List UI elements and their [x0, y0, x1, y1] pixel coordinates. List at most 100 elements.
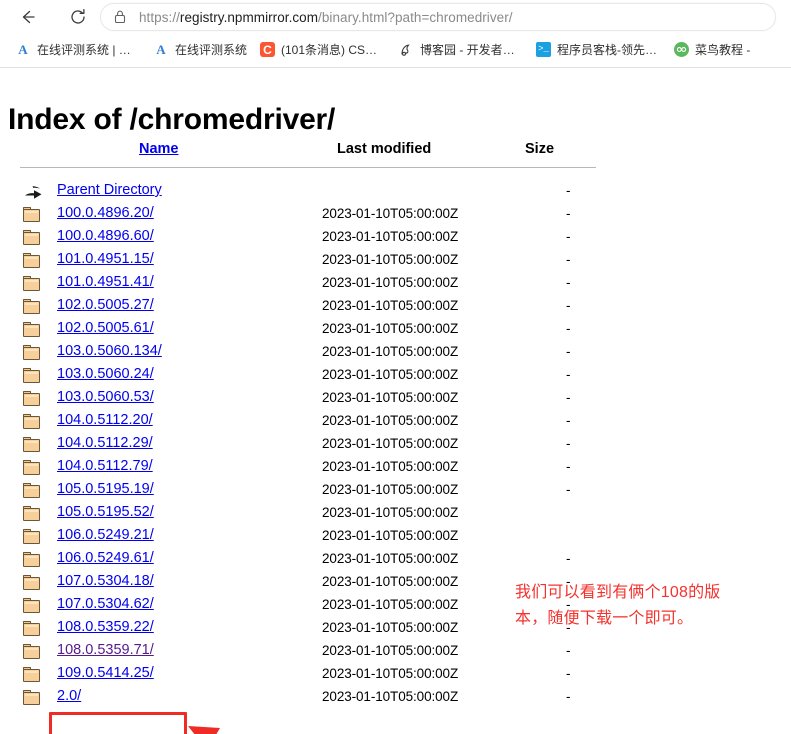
folder-icon	[23, 322, 43, 339]
directory-link[interactable]: 104.0.5112.79/	[57, 458, 153, 474]
bookmark-item-cnblogs[interactable]: 博客园 - 开发者的...	[393, 38, 528, 62]
back-button[interactable]	[13, 2, 43, 32]
directory-link[interactable]: 105.0.5195.52/	[57, 504, 154, 520]
directory-link[interactable]: 100.0.4896.20/	[57, 205, 154, 221]
size-value: -	[566, 666, 571, 681]
size-value: -	[566, 229, 571, 244]
size-value: -	[566, 436, 571, 451]
bookmark-item-csdn[interactable]: C (101条消息) CSDN...	[255, 38, 390, 62]
folder-icon	[23, 598, 43, 615]
directory-link[interactable]: 106.0.5249.21/	[57, 527, 154, 543]
directory-link[interactable]: 101.0.4951.15/	[57, 251, 154, 267]
directory-link[interactable]: 101.0.4951.41/	[57, 274, 154, 290]
directory-link[interactable]: 108.0.5359.71/	[57, 642, 154, 658]
header-divider	[20, 167, 596, 168]
table-row: 109.0.5414.25/2023-01-10T05:00:00Z -	[0, 664, 791, 687]
directory-link[interactable]: 103.0.5060.53/	[57, 389, 154, 405]
last-modified-value: 2023-01-10T05:00:00Z	[322, 666, 459, 681]
last-modified-value: 2023-01-10T05:00:00Z	[322, 344, 459, 359]
column-header-name: Name	[139, 141, 179, 157]
size-value: -	[566, 367, 571, 382]
last-modified-value: 2023-01-10T05:00:00Z	[322, 551, 459, 566]
folder-icon	[23, 276, 43, 293]
last-modified-value: 2023-01-10T05:00:00Z	[322, 390, 459, 405]
size-value: -	[566, 321, 571, 336]
folder-icon	[23, 230, 43, 247]
sort-by-name-link[interactable]: Name	[139, 141, 179, 157]
directory-link[interactable]: 103.0.5060.134/	[57, 343, 162, 359]
directory-link[interactable]: 104.0.5112.20/	[57, 412, 153, 428]
table-row: 103.0.5060.24/2023-01-10T05:00:00Z -	[0, 365, 791, 388]
table-row: 101.0.4951.15/2023-01-10T05:00:00Z -	[0, 250, 791, 273]
directory-link[interactable]: 108.0.5359.22/	[57, 619, 154, 635]
annotation-note: 我们可以看到有俩个108的版 本，随便下载一个即可。	[515, 580, 785, 632]
folder-icon	[23, 667, 43, 684]
size-value: -	[566, 643, 571, 658]
folder-icon	[23, 529, 43, 546]
annotation-highlight-box	[49, 712, 187, 734]
table-row: 101.0.4951.41/2023-01-10T05:00:00Z -	[0, 273, 791, 296]
folder-icon	[23, 391, 43, 408]
csdn-icon: C	[260, 42, 276, 57]
last-modified-value: 2023-01-10T05:00:00Z	[322, 643, 459, 658]
folder-icon	[23, 253, 43, 270]
browser-window: https://registry.npmmirror.com/binary.ht…	[0, 0, 791, 734]
folder-icon	[23, 575, 43, 592]
bookmark-label: 程序员客栈-领先的...	[557, 43, 662, 57]
last-modified-value: 2023-01-10T05:00:00Z	[322, 206, 459, 221]
folder-icon	[23, 644, 43, 661]
runoob-icon	[674, 42, 690, 57]
table-row: 104.0.5112.79/2023-01-10T05:00:00Z -	[0, 457, 791, 480]
directory-link[interactable]: 102.0.5005.27/	[57, 297, 154, 313]
reload-button[interactable]	[63, 2, 93, 32]
directory-link[interactable]: 100.0.4896.60/	[57, 228, 154, 244]
column-header-size: Size	[525, 141, 555, 157]
acm-icon: A	[18, 42, 28, 57]
cnblogs-icon	[398, 42, 414, 58]
last-modified-value: 2023-01-10T05:00:00Z	[322, 436, 459, 451]
table-row: 102.0.5005.27/2023-01-10T05:00:00Z -	[0, 296, 791, 319]
directory-link[interactable]: 103.0.5060.24/	[57, 366, 154, 382]
size-value: -	[566, 482, 571, 497]
directory-link[interactable]: Parent Directory	[57, 182, 162, 198]
table-row: 103.0.5060.134/2023-01-10T05:00:00Z -	[0, 342, 791, 365]
directory-link[interactable]: 105.0.5195.19/	[57, 481, 154, 497]
bookmark-item-acm[interactable]: A 在线评测系统	[148, 38, 252, 62]
directory-link[interactable]: 109.0.5414.25/	[57, 665, 154, 681]
last-modified-value: 2023-01-10T05:00:00Z	[322, 574, 459, 589]
bookmark-label: 博客园 - 开发者的...	[420, 43, 524, 57]
bookmark-item-proginn[interactable]: >_ 程序员客栈-领先的...	[531, 38, 666, 62]
table-row: 2.0/2023-01-10T05:00:00Z -	[0, 687, 791, 710]
last-modified-value: 2023-01-10T05:00:00Z	[322, 229, 459, 244]
folder-icon	[23, 483, 43, 500]
folder-icon	[23, 207, 43, 224]
last-modified-value: 2023-01-10T05:00:00Z	[322, 367, 459, 382]
bookmark-item-acm-student[interactable]: A 在线评测系统 | 学员	[10, 38, 145, 62]
size-value: -	[566, 206, 571, 221]
table-row: 104.0.5112.20/2023-01-10T05:00:00Z -	[0, 411, 791, 434]
bookmark-item-runoob[interactable]: 菜鸟教程 -	[669, 38, 755, 62]
table-row: 104.0.5112.29/2023-01-10T05:00:00Z -	[0, 434, 791, 457]
reload-icon	[71, 8, 85, 24]
address-bar[interactable]: https://registry.npmmirror.com/binary.ht…	[100, 3, 776, 31]
folder-icon	[23, 690, 43, 707]
last-modified-value: 2023-01-10T05:00:00Z	[322, 321, 459, 336]
directory-link[interactable]: 102.0.5005.61/	[57, 320, 154, 336]
bookmarks-bar: A 在线评测系统 | 学员 A 在线评测系统 C (101条消息) CSDN..…	[0, 33, 791, 66]
address-bar-path: /binary.html?path=chromedriver/	[318, 9, 513, 25]
directory-link[interactable]: 107.0.5304.18/	[57, 573, 154, 589]
bookmark-label: 在线评测系统 | 学员	[37, 43, 140, 57]
table-row: 100.0.4896.20/2023-01-10T05:00:00Z -	[0, 204, 791, 227]
size-value: -	[566, 413, 571, 428]
annotation-note-line1: 我们可以看到有俩个108的版	[515, 584, 721, 601]
directory-link[interactable]: 104.0.5112.29/	[57, 435, 153, 451]
directory-link[interactable]: 106.0.5249.61/	[57, 550, 154, 566]
directory-link[interactable]: 107.0.5304.62/	[57, 596, 154, 612]
annotation-arrow-icon	[188, 726, 220, 734]
annotation-note-line2: 本，随便下载一个即可。	[515, 610, 694, 627]
size-value: -	[566, 183, 571, 198]
directory-link[interactable]: 2.0/	[57, 688, 81, 704]
lock-icon	[113, 9, 127, 25]
back-arrow-icon	[22, 10, 35, 23]
last-modified-value: 2023-01-10T05:00:00Z	[322, 689, 459, 704]
